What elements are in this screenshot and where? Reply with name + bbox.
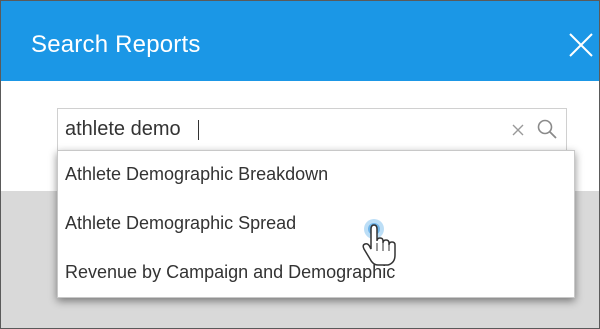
result-label: Athlete Demographic Breakdown xyxy=(65,164,329,184)
result-item[interactable]: Athlete Demographic Spread xyxy=(58,200,574,249)
result-label: Revenue by Campaign and Demographic xyxy=(65,262,396,282)
search-box xyxy=(57,108,567,150)
search-input[interactable] xyxy=(58,109,495,149)
text-caret xyxy=(198,120,199,140)
dialog-header: Search Reports xyxy=(1,1,599,81)
clear-icon[interactable] xyxy=(510,122,526,138)
hand-pointer-icon xyxy=(356,217,402,269)
close-icon[interactable] xyxy=(565,29,597,61)
result-item[interactable]: Athlete Demographic Breakdown xyxy=(58,151,574,200)
result-item[interactable]: Revenue by Campaign and Demographic xyxy=(58,249,574,298)
result-label: Athlete Demographic Spread xyxy=(65,213,297,233)
screenshot-frame: Search Reports Athlete Demographic Br xyxy=(0,0,600,329)
dialog-title: Search Reports xyxy=(31,31,201,58)
search-icon[interactable] xyxy=(536,118,558,140)
search-results-dropdown: Athlete Demographic Breakdown Athlete De… xyxy=(57,150,575,298)
